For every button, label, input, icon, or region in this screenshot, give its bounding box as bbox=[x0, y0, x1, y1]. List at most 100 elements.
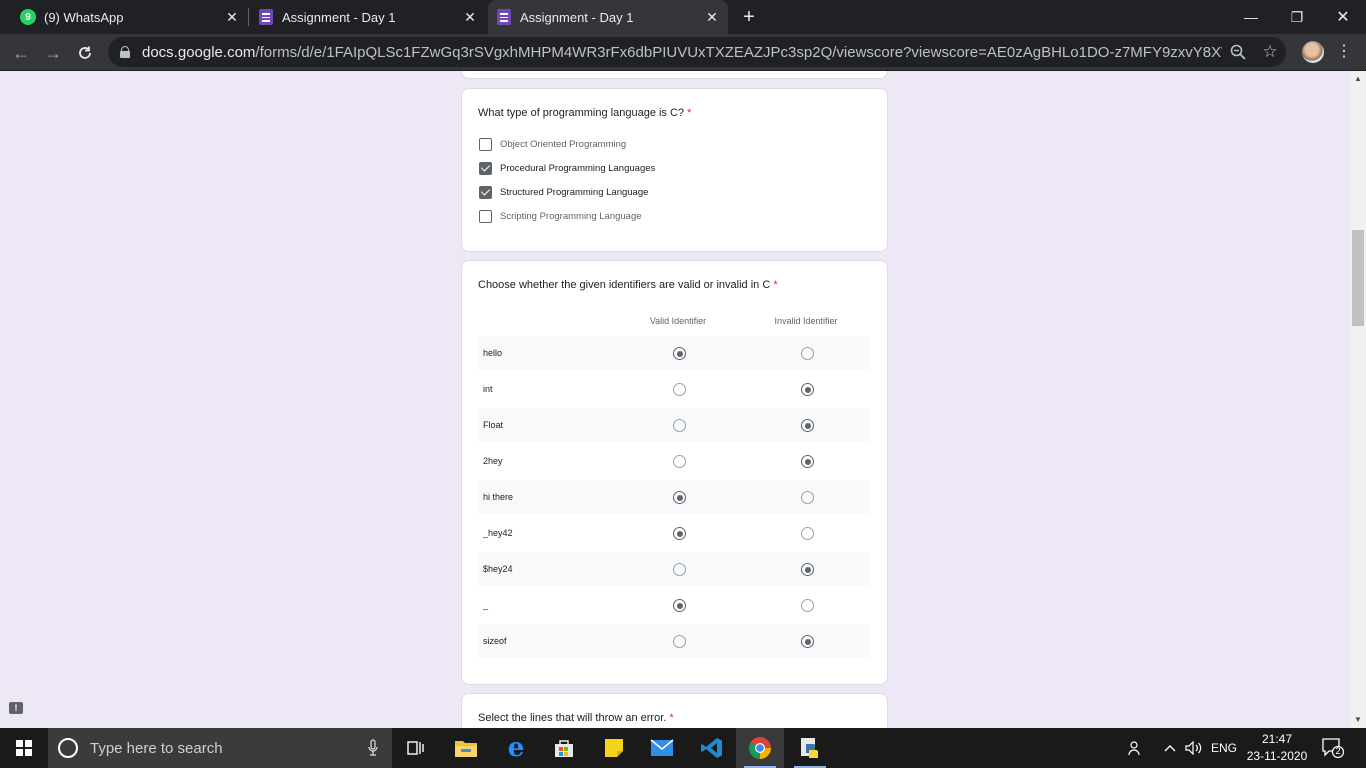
sticky-notes-icon[interactable] bbox=[590, 728, 638, 768]
question-card-language-type: What type of programming language is C? … bbox=[461, 88, 888, 252]
restore-button[interactable]: ❐ bbox=[1274, 0, 1320, 34]
reload-button[interactable] bbox=[72, 40, 98, 66]
close-icon[interactable]: ✕ bbox=[462, 9, 478, 25]
radio-invalid[interactable] bbox=[801, 347, 814, 360]
row-label: Float bbox=[483, 420, 504, 430]
cortana-icon bbox=[58, 738, 78, 758]
show-hidden-icons-chevron-up-icon[interactable] bbox=[1160, 728, 1180, 768]
radio-invalid[interactable] bbox=[801, 599, 814, 612]
radio-invalid[interactable] bbox=[801, 527, 814, 540]
python-icon[interactable] bbox=[786, 728, 834, 768]
windows-logo-icon bbox=[16, 740, 32, 756]
bookmark-star-icon[interactable]: ☆ bbox=[1260, 42, 1280, 62]
grid-row: hi there bbox=[478, 480, 870, 514]
scroll-down-arrow-icon[interactable]: ▼ bbox=[1354, 716, 1362, 724]
grid-row: $hey24 bbox=[478, 552, 870, 586]
browser-toolbar: ← → docs.google.com/forms/d/e/1FAIpQLSc1… bbox=[0, 34, 1366, 71]
previous-question-card bbox=[461, 71, 888, 79]
grid-row: 2hey bbox=[478, 444, 870, 478]
checkbox-scripting[interactable] bbox=[479, 210, 492, 223]
row-label: _ bbox=[483, 600, 489, 610]
google-forms-icon bbox=[258, 9, 274, 25]
chrome-menu-icon[interactable]: ⋮ bbox=[1336, 41, 1352, 63]
question-title: Select the lines that will throw an erro… bbox=[478, 712, 674, 724]
time: 21:47 bbox=[1261, 732, 1293, 746]
checkbox-structured[interactable] bbox=[479, 186, 492, 199]
language-indicator[interactable]: ENG bbox=[1208, 728, 1240, 768]
store-icon[interactable] bbox=[540, 728, 588, 768]
tab-assignment-day-1[interactable]: Assignment - Day 1 ✕ bbox=[248, 0, 486, 34]
row-label: int bbox=[483, 384, 493, 394]
scrollbar-thumb[interactable] bbox=[1352, 230, 1364, 326]
radio-valid[interactable] bbox=[673, 599, 686, 612]
minimize-button[interactable]: — bbox=[1228, 0, 1274, 34]
column-header-valid: Valid Identifier bbox=[649, 316, 707, 326]
question-title: What type of programming language is C? … bbox=[478, 107, 692, 119]
windows-taskbar: Type here to search e ENG 21:47 23-11-20… bbox=[0, 728, 1366, 768]
radio-invalid[interactable] bbox=[801, 563, 814, 576]
forward-button[interactable]: → bbox=[40, 40, 66, 66]
browser-tab-strip: 9 (9) WhatsApp ✕ Assignment - Day 1 ✕ As… bbox=[0, 0, 1366, 34]
form-page: What type of programming language is C? … bbox=[0, 71, 1350, 728]
window-close-button[interactable]: ✕ bbox=[1320, 0, 1366, 34]
report-feedback-icon[interactable]: ! bbox=[9, 702, 23, 714]
radio-invalid[interactable] bbox=[801, 455, 814, 468]
chrome-icon[interactable] bbox=[736, 728, 784, 768]
tab-whatsapp[interactable]: 9 (9) WhatsApp ✕ bbox=[12, 0, 248, 34]
volume-icon[interactable] bbox=[1183, 728, 1205, 768]
file-explorer-icon[interactable] bbox=[442, 728, 490, 768]
profile-avatar[interactable] bbox=[1302, 41, 1324, 63]
radio-invalid[interactable] bbox=[801, 383, 814, 396]
radio-invalid[interactable] bbox=[801, 491, 814, 504]
radio-valid[interactable] bbox=[673, 455, 686, 468]
close-icon[interactable]: ✕ bbox=[704, 9, 720, 25]
start-button[interactable] bbox=[0, 728, 48, 768]
column-header-invalid: Invalid Identifier bbox=[774, 316, 838, 326]
edge-icon[interactable]: e bbox=[492, 728, 540, 768]
clock[interactable]: 21:47 23-11-2020 bbox=[1244, 731, 1310, 765]
question-title: Choose whether the given identifiers are… bbox=[478, 279, 778, 291]
row-label: _hey42 bbox=[483, 528, 513, 538]
task-view-icon[interactable] bbox=[392, 728, 440, 768]
radio-valid[interactable] bbox=[673, 491, 686, 504]
people-icon[interactable] bbox=[1124, 728, 1146, 768]
tab-title: (9) WhatsApp bbox=[44, 9, 124, 25]
row-label: sizeof bbox=[483, 636, 507, 646]
scroll-up-arrow-icon[interactable]: ▲ bbox=[1354, 75, 1362, 83]
grid-row: sizeof bbox=[478, 624, 870, 658]
taskbar-search-box[interactable]: Type here to search bbox=[48, 728, 392, 768]
url-text[interactable]: docs.google.com/forms/d/e/1FAIpQLSc1FZwG… bbox=[142, 44, 1222, 61]
radio-valid[interactable] bbox=[673, 419, 686, 432]
grid-row: int bbox=[478, 372, 870, 406]
vscode-icon[interactable] bbox=[688, 728, 736, 768]
question-card-error-lines: Select the lines that will throw an erro… bbox=[461, 693, 888, 728]
radio-valid[interactable] bbox=[673, 527, 686, 540]
back-button[interactable]: ← bbox=[8, 40, 34, 66]
notification-count: 2 bbox=[1335, 746, 1341, 756]
radio-valid[interactable] bbox=[673, 347, 686, 360]
new-tab-button[interactable]: + bbox=[738, 6, 760, 28]
lock-icon bbox=[120, 46, 130, 58]
tab-assignment-day-1-active[interactable]: Assignment - Day 1 ✕ bbox=[488, 0, 728, 34]
mail-icon[interactable] bbox=[638, 728, 686, 768]
option-label: Object Oriented Programming bbox=[500, 139, 627, 150]
action-center-icon[interactable]: 2 bbox=[1322, 738, 1345, 759]
option-label: Structured Programming Language bbox=[500, 187, 649, 198]
radio-invalid[interactable] bbox=[801, 635, 814, 648]
radio-invalid[interactable] bbox=[801, 419, 814, 432]
radio-valid[interactable] bbox=[673, 383, 686, 396]
page-scrollbar[interactable]: ▲ ▼ bbox=[1350, 71, 1366, 728]
address-bar[interactable]: docs.google.com/forms/d/e/1FAIpQLSc1FZwG… bbox=[108, 37, 1286, 67]
grid-row: _ bbox=[478, 588, 870, 622]
radio-valid[interactable] bbox=[673, 635, 686, 648]
microphone-icon[interactable] bbox=[368, 739, 378, 757]
close-icon[interactable]: ✕ bbox=[224, 9, 240, 25]
row-label: 2hey bbox=[483, 456, 503, 466]
option-label: Procedural Programming Languages bbox=[500, 163, 656, 174]
radio-valid[interactable] bbox=[673, 563, 686, 576]
checkbox-procedural[interactable] bbox=[479, 162, 492, 175]
checkbox-object-oriented[interactable] bbox=[479, 138, 492, 151]
grid-row: _hey42 bbox=[478, 516, 870, 550]
zoom-icon[interactable] bbox=[1228, 42, 1248, 62]
row-label: hello bbox=[483, 348, 503, 358]
